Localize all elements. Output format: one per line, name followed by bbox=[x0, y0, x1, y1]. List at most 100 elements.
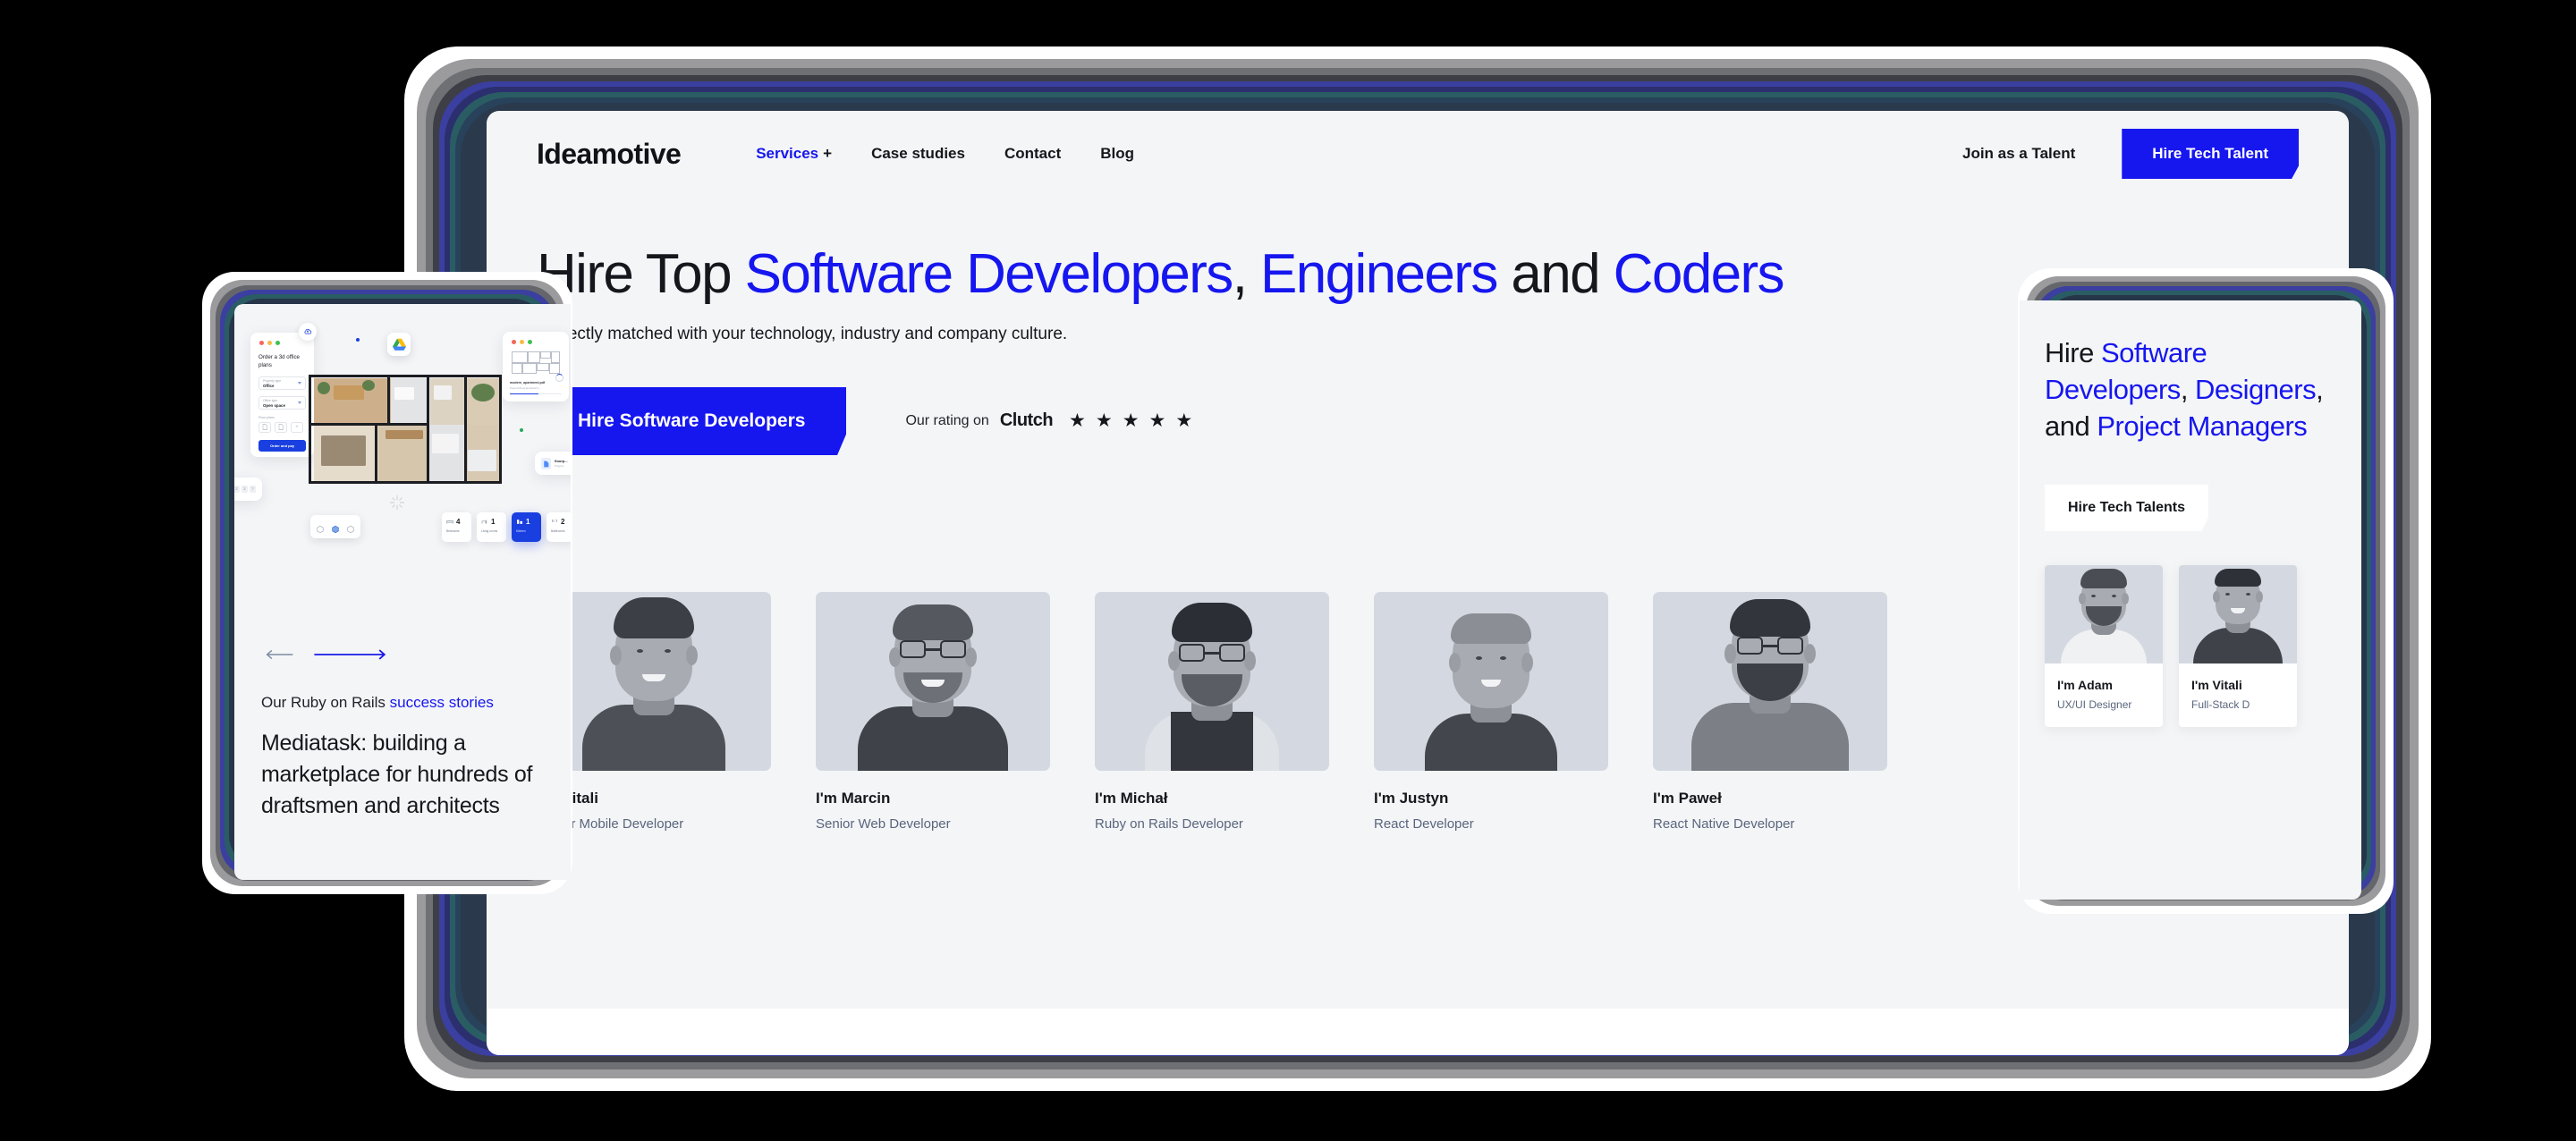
cube-view-icon[interactable] bbox=[316, 522, 325, 534]
headline-part-2: and bbox=[1496, 243, 1614, 305]
order-3d-plans-card[interactable]: Order a 3d office plans Property type Of… bbox=[250, 333, 314, 457]
arrow-right-icon[interactable] bbox=[313, 648, 388, 661]
file-icon-wrap bbox=[541, 458, 551, 469]
view-mode-toggle[interactable] bbox=[310, 515, 360, 538]
order-and-pay-button[interactable]: Order and pay bbox=[258, 439, 306, 452]
talent-name: I'm Marcin bbox=[816, 790, 891, 807]
mobile-talent-card[interactable]: I'm Vitali Full-Stack D bbox=[2179, 565, 2297, 727]
talent-card[interactable]: I'm Michał Ruby on Rails Developer bbox=[1095, 592, 1329, 832]
room-chip-bedrooms[interactable]: 4 Bedrooms bbox=[442, 512, 471, 542]
office-type-select[interactable]: Office type Open space bbox=[258, 395, 306, 410]
screenshot-stage: Ideamotive Services + Case studies Conta… bbox=[0, 0, 2576, 1141]
document-icon bbox=[278, 424, 284, 430]
cursor-dot-blue bbox=[356, 338, 360, 342]
headline-highlight-1: Software Developers bbox=[744, 243, 1234, 305]
spreadsheet-card[interactable]: ...sheet Projects 2 2 ? bbox=[234, 478, 262, 501]
chip-value: 2 bbox=[561, 518, 565, 526]
case-study-illustration: Order a 3d office plans Property type Of… bbox=[234, 304, 571, 619]
rating-stars: ★ ★ ★ ★ ★ bbox=[1069, 411, 1192, 430]
nav-item-blog[interactable]: Blog bbox=[1100, 145, 1134, 163]
mobile-talent-name: I'm Adam bbox=[2057, 678, 2113, 692]
cube-view-icon[interactable] bbox=[346, 522, 355, 534]
room-chip-kitchen[interactable]: 1 Kitchen bbox=[512, 512, 541, 542]
sheet-number: 2 bbox=[234, 486, 240, 493]
star-icon: ★ bbox=[1069, 410, 1086, 432]
nav-item-contact[interactable]: Contact bbox=[1004, 145, 1061, 163]
mobile-headline-comma: , bbox=[2180, 374, 2196, 406]
google-drive-badge bbox=[387, 333, 411, 356]
star-icon: ★ bbox=[1122, 410, 1140, 432]
property-type-select[interactable]: Property type Office bbox=[258, 376, 306, 390]
hire-tech-talent-button[interactable]: Hire Tech Talent bbox=[2122, 129, 2299, 179]
mobile-talent-role: Full-Stack D bbox=[2191, 698, 2250, 711]
mobile-talent-card[interactable]: I'm Adam UX/UI Designer bbox=[2045, 565, 2163, 727]
mobile-page-title: Hire Software Developers, Designers, and… bbox=[2045, 334, 2343, 445]
kicker-plain: Our Ruby on Rails bbox=[261, 694, 390, 711]
file-thumb[interactable] bbox=[258, 421, 271, 433]
sheet-number: 2 bbox=[242, 486, 248, 493]
pdf-filename: modern_apartment.pdf bbox=[510, 381, 546, 385]
headline-highlight-3: Coders bbox=[1613, 243, 1785, 305]
talent-photo bbox=[1374, 592, 1608, 771]
upload-progress-bar bbox=[510, 393, 562, 395]
right-phone-screen: Hire Software Developers, Designers, and… bbox=[2020, 300, 2361, 900]
talent-cards-row: I'm Vitali Senior Mobile Developer bbox=[537, 592, 1887, 832]
headline-comma: , bbox=[1232, 243, 1260, 305]
success-stories-link[interactable]: success stories bbox=[390, 694, 494, 711]
talent-photo bbox=[1653, 592, 1887, 771]
chip-label: Kitchen bbox=[516, 529, 526, 533]
file-thumb[interactable] bbox=[275, 421, 287, 433]
star-icon: ★ bbox=[1148, 410, 1166, 432]
arrow-left-icon[interactable] bbox=[265, 648, 295, 661]
talent-name: I'm Justyn bbox=[1374, 790, 1449, 807]
clutch-rating: Our rating on Clutch ★ ★ ★ ★ ★ bbox=[905, 410, 1192, 431]
star-icon: ★ bbox=[1095, 410, 1113, 432]
pdf-path: Projects/floorplans/apartm... bbox=[510, 385, 541, 390]
left-phone-mockup: Order a 3d office plans Property type Of… bbox=[202, 272, 572, 894]
property-type-label: Property type bbox=[263, 379, 282, 384]
join-as-talent-link[interactable]: Join as a Talent bbox=[1962, 145, 2075, 163]
case-study-title[interactable]: Mediatask: building a marketplace for hu… bbox=[261, 728, 549, 822]
bath-icon bbox=[552, 519, 557, 522]
sofa-icon bbox=[481, 520, 487, 524]
mobile-talent-cards-row: I'm Adam UX/UI Designer I'm Vitali Full-… bbox=[2045, 565, 2297, 727]
3d-floorplan-render bbox=[309, 371, 505, 492]
pdf-preview-card[interactable]: modern_apartment.pdf Projects/floorplans… bbox=[503, 332, 569, 401]
talent-card[interactable]: I'm Marcin Senior Web Developer bbox=[816, 592, 1050, 832]
talent-photo bbox=[1095, 592, 1329, 771]
site-logo[interactable]: Ideamotive bbox=[537, 138, 682, 171]
nav-item-case-studies[interactable]: Case studies bbox=[871, 145, 965, 163]
chevron-down-icon bbox=[298, 381, 301, 385]
room-chip-bathrooms[interactable]: 2 Bathrooms bbox=[547, 512, 571, 542]
clutch-logo: Clutch bbox=[999, 410, 1054, 431]
nav-item-services[interactable]: Services + bbox=[756, 145, 832, 163]
talent-card[interactable]: I'm Justyn React Developer bbox=[1374, 592, 1608, 832]
google-drive-icon bbox=[392, 338, 406, 351]
talent-name: I'm Michał bbox=[1095, 790, 1168, 807]
hire-tech-talents-button[interactable]: Hire Tech Talents bbox=[2045, 485, 2208, 531]
mobile-headline-highlight-3: Project Managers bbox=[2097, 410, 2308, 443]
chip-top-row: 2 bbox=[551, 518, 571, 526]
floor-plan-file-list: + bbox=[258, 421, 306, 433]
rating-label: Our rating on bbox=[905, 412, 989, 428]
mobile-talent-photo bbox=[2179, 565, 2297, 663]
bed-icon bbox=[446, 520, 453, 524]
talent-role: React Native Developer bbox=[1653, 816, 1795, 832]
mobile-headline-part-1: Hire bbox=[2045, 337, 2101, 368]
chevron-down-icon bbox=[298, 401, 301, 404]
talent-role: Ruby on Rails Developer bbox=[1095, 816, 1243, 832]
hire-software-developers-button[interactable]: Hire Software Developers bbox=[537, 386, 847, 455]
nav-label-services: Services bbox=[756, 145, 819, 162]
cube-view-icon-active[interactable] bbox=[331, 522, 340, 534]
office-type-value: Open space bbox=[263, 403, 285, 409]
mobile-talent-photo bbox=[2045, 565, 2163, 663]
cloud-upload-badge bbox=[299, 323, 317, 341]
floorplan-file-card[interactable]: floorp... Projects bbox=[535, 452, 571, 475]
chip-label: Bedrooms bbox=[446, 529, 460, 533]
cursor-dot-green bbox=[520, 428, 523, 432]
talent-card[interactable]: I'm Paweł React Native Developer bbox=[1653, 592, 1887, 832]
add-file-button[interactable]: + bbox=[291, 421, 303, 433]
room-chip-living-rooms[interactable]: 1 Living rooms bbox=[477, 512, 506, 542]
file-card-subtitle: Projects bbox=[555, 464, 564, 468]
sheet-number: ? bbox=[250, 486, 256, 493]
